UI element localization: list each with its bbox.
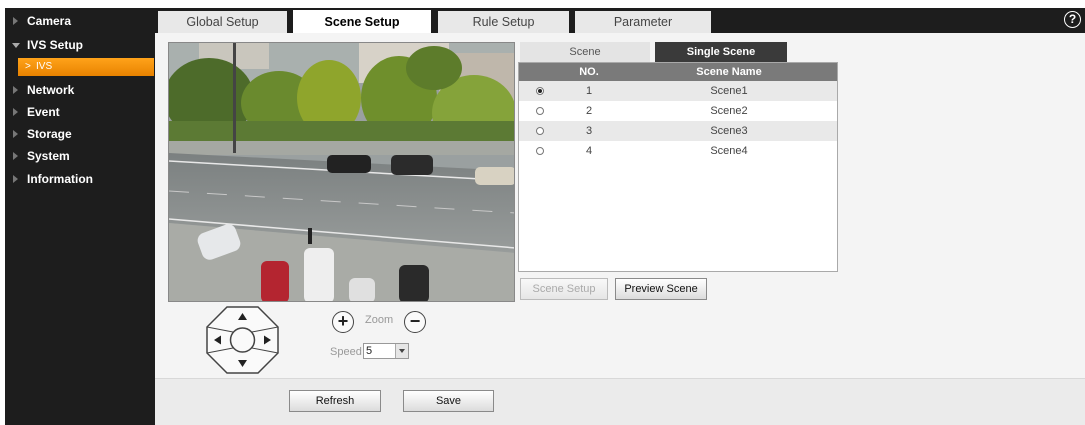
camera-scene-image: [169, 43, 514, 301]
scene-name: Scene2: [710, 105, 748, 117]
chevron-right-icon: [13, 175, 18, 183]
table-header: NO. Scene Name: [519, 63, 837, 81]
scene-name: Scene3: [710, 125, 748, 137]
video-preview: [168, 42, 515, 302]
scene-no: 1: [585, 85, 593, 97]
chevron-right-icon: [13, 108, 18, 116]
tab-rule-setup[interactable]: Rule Setup: [438, 11, 569, 33]
table-row[interactable]: 4 Scene4: [519, 141, 837, 161]
table-row[interactable]: 1 Scene1: [519, 81, 837, 101]
speed-label: Speed: [330, 346, 362, 358]
sidebar-item-label: System: [27, 149, 70, 163]
scene-name: Scene1: [710, 85, 748, 97]
column-header-scene-name: Scene Name: [696, 66, 762, 78]
sidebar-subitem-ivs[interactable]: > IVS: [18, 58, 154, 76]
scene-radio[interactable]: [536, 107, 544, 115]
zoom-label: Zoom: [365, 314, 394, 326]
sidebar-item-label: Camera: [27, 14, 72, 28]
scene-setup-button[interactable]: Scene Setup: [520, 278, 608, 300]
scene-radio[interactable]: [536, 147, 544, 155]
zoom-in-button[interactable]: +: [332, 311, 354, 333]
scene-no: 3: [585, 125, 593, 137]
sidebar-item-label: Storage: [27, 127, 72, 141]
question-circle-icon[interactable]: ?: [1064, 11, 1081, 28]
preview-scene-button[interactable]: Preview Scene: [615, 278, 707, 300]
tab-scene[interactable]: Scene: [520, 42, 650, 62]
sidebar-item-label: Event: [27, 105, 60, 119]
chevron-down-icon[interactable]: [395, 344, 408, 358]
scene-no: 4: [585, 145, 593, 157]
refresh-button[interactable]: Refresh: [289, 390, 381, 412]
save-button[interactable]: Save: [403, 390, 494, 412]
sidebar-item-label: Network: [27, 83, 75, 97]
ptz-direction-pad: [205, 305, 280, 375]
sidebar-subitem-label: IVS: [36, 61, 53, 72]
sidebar: Camera IVS Setup > IVS Network Event Sto…: [5, 8, 155, 425]
sidebar-item-event[interactable]: Event: [5, 101, 155, 123]
scene-name: Scene4: [710, 145, 748, 157]
speed-value: 5: [366, 345, 373, 357]
tab-parameter[interactable]: Parameter: [575, 11, 711, 33]
scene-radio[interactable]: [536, 127, 544, 135]
column-header-no: NO.: [579, 66, 599, 78]
chevron-right-icon: [13, 86, 18, 94]
zoom-out-button[interactable]: −: [404, 311, 426, 333]
table-row[interactable]: 3 Scene3: [519, 121, 837, 141]
chevron-right-icon: [13, 152, 18, 160]
chevron-right-icon: [13, 130, 18, 138]
chevron-right-icon: [13, 17, 18, 25]
sidebar-item-label: IVS Setup: [27, 38, 84, 52]
sidebar-item-ivs-setup[interactable]: IVS Setup: [5, 34, 155, 56]
table-row[interactable]: 2 Scene2: [519, 101, 837, 121]
scene-radio[interactable]: [536, 87, 544, 95]
sidebar-item-label: Information: [27, 172, 93, 186]
tab-scene-setup[interactable]: Scene Setup: [293, 10, 431, 34]
sidebar-item-camera[interactable]: Camera: [5, 10, 155, 32]
chevron-right-icon: >: [25, 61, 31, 72]
tab-global-setup[interactable]: Global Setup: [158, 11, 287, 33]
sidebar-item-network[interactable]: Network: [5, 79, 155, 101]
chevron-down-icon: [12, 43, 20, 48]
sidebar-item-system[interactable]: System: [5, 145, 155, 167]
sidebar-item-storage[interactable]: Storage: [5, 123, 155, 145]
tab-single-scene[interactable]: Single Scene: [655, 42, 787, 62]
sidebar-item-information[interactable]: Information: [5, 168, 155, 190]
scene-no: 2: [585, 105, 593, 117]
speed-select[interactable]: 5: [363, 343, 409, 359]
scene-table: NO. Scene Name 1 Scene1 2 Scene2 3 Scene…: [518, 62, 838, 272]
tab-bar: Global Setup Scene Setup Rule Setup Para…: [155, 8, 1085, 34]
